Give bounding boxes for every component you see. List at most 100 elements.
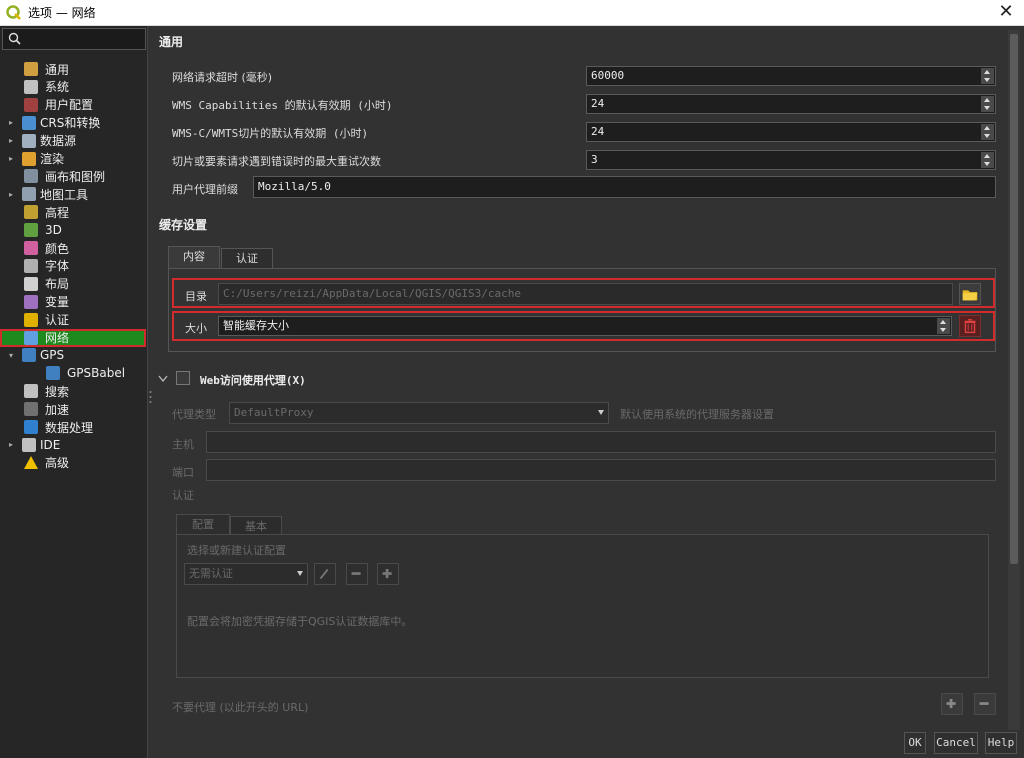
variable-icon — [24, 294, 38, 309]
proxy-type-desc: 默认使用系统的代理服务器设置 — [620, 408, 774, 421]
cache-size-spinbox[interactable]: 智能缓存大小 — [218, 316, 952, 336]
sidebar-item-label: 数据源 — [40, 134, 77, 149]
sidebar-item-label: 3D — [45, 223, 62, 238]
sidebar-item-cube[interactable]: 3D — [0, 221, 146, 239]
folder-icon — [962, 290, 978, 301]
use-proxy-label[interactable]: Web访问使用代理(X) — [200, 372, 306, 388]
network-icon — [24, 330, 38, 345]
sidebar-item-brush[interactable]: ▸ 渲染 — [0, 150, 146, 168]
sidebar-item-label: IDE — [40, 437, 61, 452]
retry-spinbox[interactable]: 3 — [586, 150, 996, 170]
collapsed-arrow-icon[interactable]: ▸ — [6, 154, 16, 163]
wms-cap-spinbox[interactable]: 24 — [586, 94, 996, 114]
remove-no-proxy-button[interactable] — [974, 693, 996, 715]
spin-arrows-icon[interactable] — [981, 124, 994, 140]
expanded-arrow-icon[interactable]: ▾ — [6, 351, 16, 360]
scrollbar-thumb[interactable] — [1010, 34, 1018, 564]
sidebar-item-user[interactable]: 用户配置 — [0, 96, 146, 114]
proxy-type-label: 代理类型 — [172, 408, 216, 421]
proxy-port-input[interactable] — [206, 459, 996, 481]
wmts-spinbox[interactable]: 24 — [586, 122, 996, 142]
sidebar-item-map-tools[interactable]: ▸ 地图工具 — [0, 185, 146, 203]
add-no-proxy-button[interactable] — [941, 693, 963, 715]
proxy-auth-pane — [176, 534, 989, 678]
sidebar-item-ide[interactable]: ▸ IDE — [0, 436, 146, 454]
sidebar-item-lock[interactable]: 认证 — [0, 311, 146, 329]
cancel-button[interactable]: Cancel — [934, 732, 978, 754]
sidebar-item-gps[interactable]: ▾ GPS — [0, 346, 146, 364]
sidebar-item-layout[interactable]: 布局 — [0, 275, 146, 293]
plus-icon — [946, 699, 956, 709]
sidebar-item-warning[interactable]: 高级 — [0, 454, 146, 472]
tab-cache-auth[interactable]: 认证 — [221, 248, 273, 268]
tab-proxy-config[interactable]: 配置 — [176, 514, 230, 536]
gear-icon — [24, 79, 38, 94]
help-button[interactable]: Help — [985, 732, 1017, 754]
sidebar-item-label: 系统 — [45, 80, 70, 95]
sidebar-item-wrench[interactable]: 通用 — [0, 60, 146, 78]
window-title: 选项 — 网络 — [28, 6, 96, 20]
retry-label: 切片或要素请求遇到错误时的最大重试次数 — [172, 155, 381, 168]
collapsed-arrow-icon[interactable]: ▸ — [6, 136, 16, 145]
edit-auth-button[interactable] — [314, 563, 336, 585]
ide-icon — [22, 437, 36, 452]
spin-arrows-icon[interactable] — [937, 318, 950, 334]
sidebar-item-elevation[interactable]: 高程 — [0, 203, 146, 221]
tab-cache-content[interactable]: 内容 — [168, 246, 220, 268]
crs-icon — [22, 115, 36, 130]
clear-cache-button[interactable] — [959, 315, 981, 337]
sidebar-item-variable[interactable]: 变量 — [0, 293, 146, 311]
canvas-icon — [24, 169, 38, 184]
cache-dir-input[interactable]: C:/Users/reizi/AppData/Local/QGIS/QGIS3/… — [218, 283, 953, 305]
timeout-spinbox[interactable]: 60000 — [586, 66, 996, 86]
collapsed-arrow-icon[interactable]: ▸ — [6, 440, 16, 449]
proxy-port-label: 端口 — [172, 466, 194, 479]
minus-icon — [979, 702, 989, 705]
vertical-scrollbar[interactable] — [1008, 30, 1020, 730]
sidebar-item-label: 字体 — [45, 259, 70, 274]
font-icon — [24, 258, 38, 273]
collapsed-arrow-icon[interactable]: ▸ — [6, 190, 16, 199]
useragent-input[interactable]: Mozilla/5.0 — [253, 176, 996, 198]
sidebar-item-processing[interactable]: 数据处理 — [0, 418, 146, 436]
plus-icon — [382, 569, 392, 579]
sidebar-item-gpsbabel[interactable]: GPSBabel — [0, 364, 146, 382]
ok-button[interactable]: OK — [904, 732, 926, 754]
spin-arrows-icon[interactable] — [981, 152, 994, 168]
use-proxy-checkbox[interactable] — [176, 371, 190, 385]
proxy-type-combo[interactable]: DefaultProxy — [229, 402, 609, 424]
add-auth-button[interactable] — [377, 563, 399, 585]
close-icon[interactable]: ✕ — [996, 3, 1016, 23]
remove-auth-button[interactable] — [346, 563, 368, 585]
map-tools-icon — [22, 187, 36, 202]
sidebar-item-canvas[interactable]: 画布和图例 — [0, 167, 146, 185]
sidebar-item-gear[interactable]: 系统 — [0, 78, 146, 96]
title-bar: 选项 — 网络 ✕ — [0, 0, 1024, 26]
sidebar-item-font[interactable]: 字体 — [0, 257, 146, 275]
trash-icon — [964, 318, 976, 334]
sidebar-item-search[interactable]: 搜索 — [0, 382, 146, 400]
browse-folder-button[interactable] — [959, 283, 981, 305]
sidebar-item-label: CRS和转换 — [40, 116, 101, 131]
collapsed-arrow-icon[interactable]: ▸ — [6, 118, 16, 127]
dropdown-arrow-icon — [598, 410, 604, 415]
sidebar-item-accelerate[interactable]: 加速 — [0, 400, 146, 418]
sidebar: 通用系统 用户配置 ▸ CRS和转换 ▸ 数据源 ▸ 渲染 画布和图例 ▸ 地图工具 高程 3D 颜色字体… — [0, 26, 148, 758]
proxy-host-input[interactable] — [206, 431, 996, 453]
cache-size-label: 大小 — [185, 322, 207, 335]
auth-config-combo[interactable]: 无需认证 — [184, 563, 308, 585]
palette-icon — [24, 241, 38, 255]
sidebar-search-input[interactable] — [2, 28, 146, 50]
spin-arrows-icon[interactable] — [981, 96, 994, 112]
sidebar-item-table[interactable]: ▸ 数据源 — [0, 132, 146, 150]
wmts-value: 24 — [591, 125, 605, 138]
collapse-arrow-icon[interactable] — [158, 375, 168, 383]
sidebar-item-label: 变量 — [45, 295, 70, 310]
tab-proxy-basic[interactable]: 基本 — [230, 516, 282, 536]
elevation-icon — [24, 205, 38, 220]
spin-arrows-icon[interactable] — [981, 68, 994, 84]
sidebar-item-network[interactable]: 网络 — [0, 328, 146, 347]
sidebar-item-palette[interactable]: 颜色 — [0, 239, 146, 257]
sidebar-item-crs[interactable]: ▸ CRS和转换 — [0, 114, 146, 132]
search-icon — [24, 384, 38, 399]
